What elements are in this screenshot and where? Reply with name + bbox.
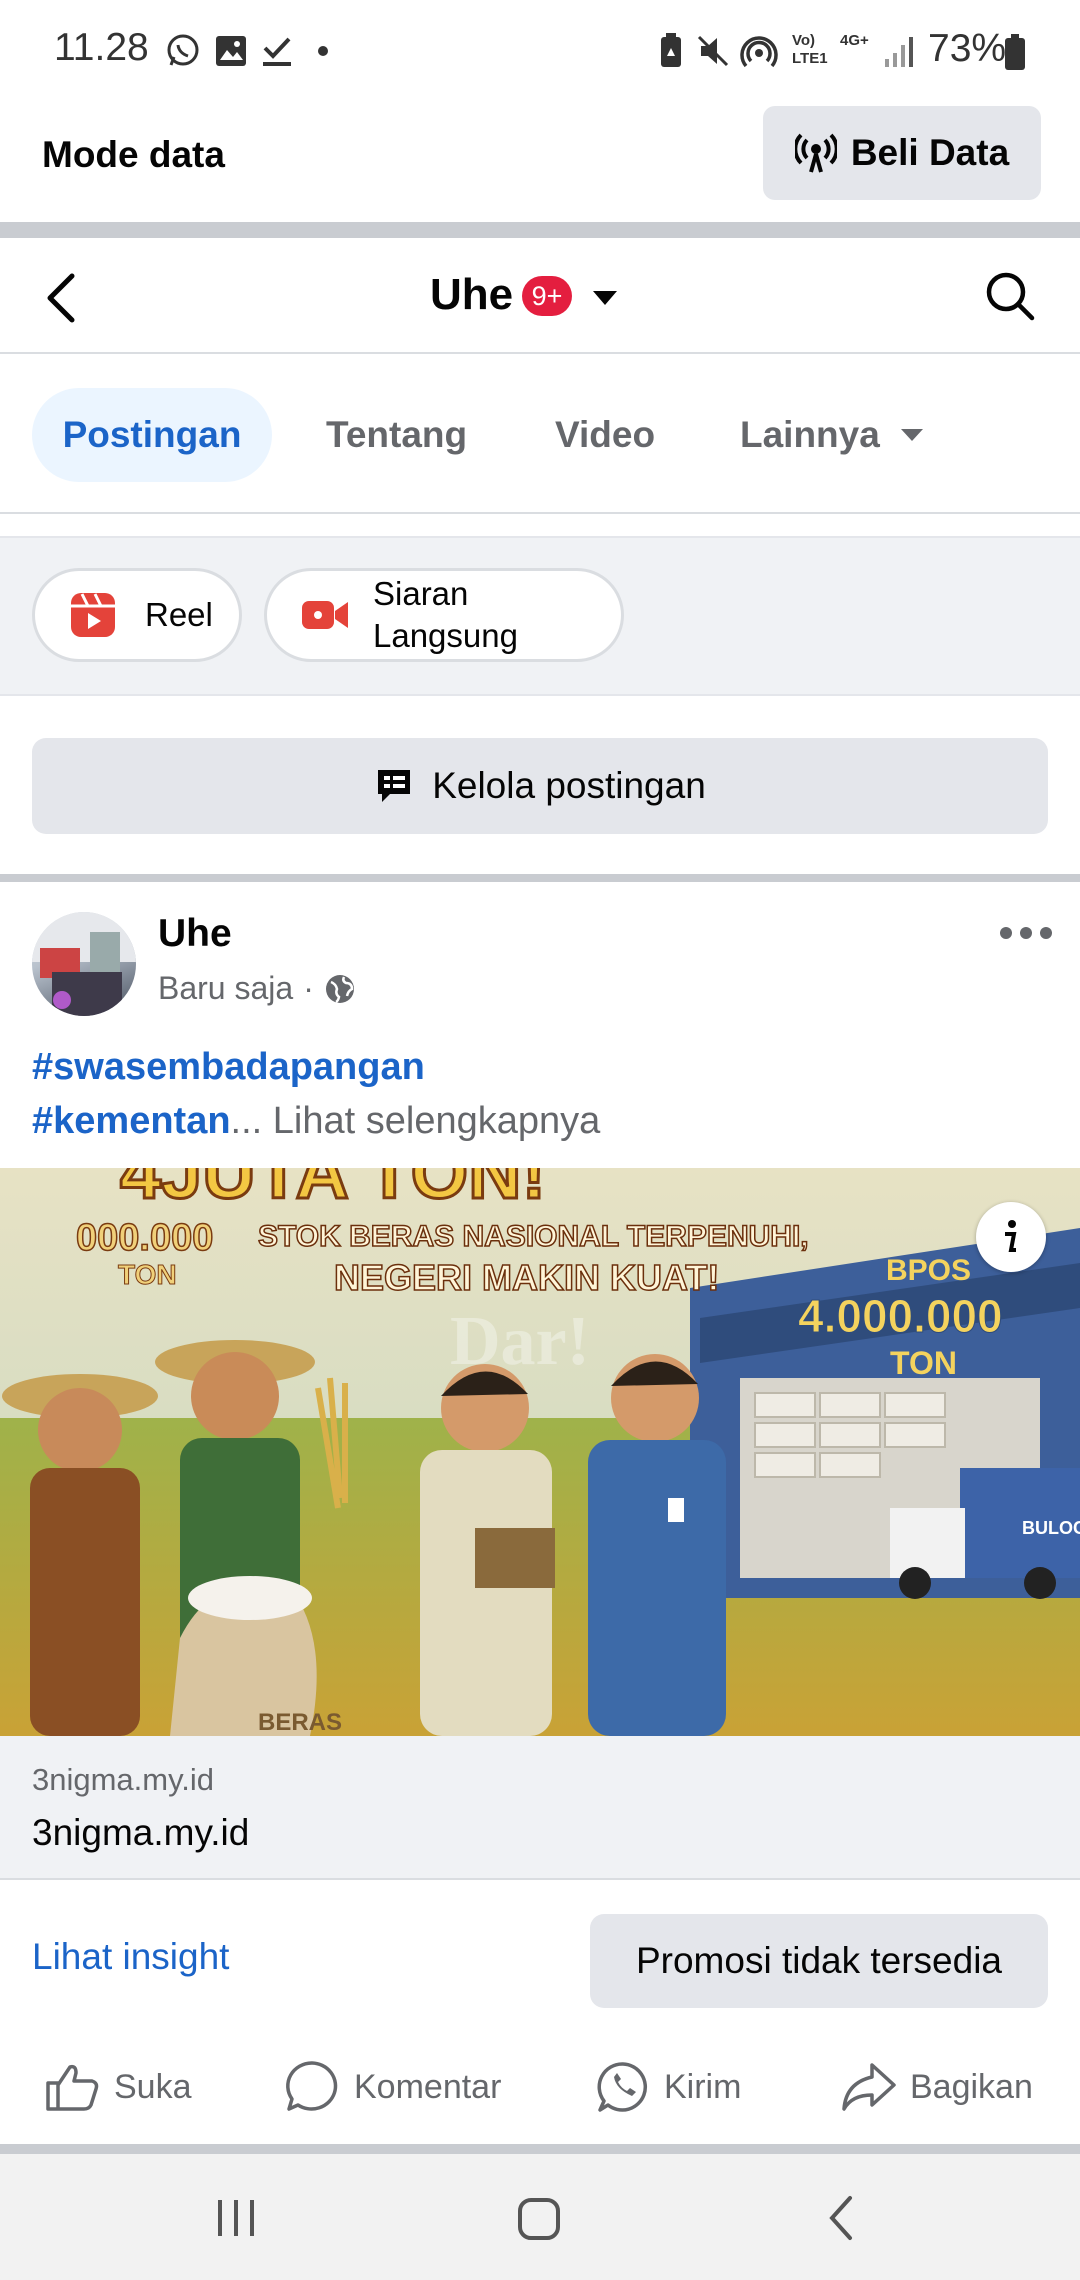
post-image[interactable]: BULOG 4JUTA TON! 000.000 TON STOK BERAS … [0, 1168, 1080, 1736]
battery-icon [1004, 34, 1026, 70]
image-headline-1: STOK BERAS NASIONAL TERPENUHI, [258, 1220, 809, 1253]
back-button[interactable] [40, 270, 86, 326]
globe-icon [325, 974, 354, 1003]
post-author[interactable]: Uhe [158, 912, 232, 956]
hashtag-link[interactable]: #kementan [32, 1100, 231, 1142]
post-options-button[interactable] [998, 918, 1054, 948]
hashtag-link[interactable]: #swasembadapangan [32, 1046, 425, 1088]
post-meta: Baru saja · [158, 970, 356, 1007]
avatar[interactable] [32, 912, 136, 1016]
info-icon [1005, 1220, 1017, 1252]
broadcast-icon [794, 133, 837, 173]
caret-down-icon [900, 429, 923, 441]
mute-icon [694, 32, 732, 70]
ad-info-button[interactable] [976, 1202, 1046, 1272]
post-time: Baru saja [158, 970, 294, 1006]
buy-data-label: Beli Data [850, 132, 1010, 173]
battery-saver-icon [652, 32, 690, 70]
warehouse-amount: 4.000.000 [798, 1290, 1003, 1342]
system-back-button[interactable] [824, 2194, 858, 2242]
recent-apps-icon [218, 2200, 254, 2236]
status-bar [0, 0, 1080, 100]
manage-posts-icon [378, 770, 411, 802]
see-more-link[interactable]: Lihat selengkapnya [273, 1100, 600, 1142]
search-button[interactable] [984, 270, 1036, 322]
task-done-icon [258, 32, 296, 70]
notification-badge: 9+ [522, 276, 572, 316]
link-title: 3nigma.my.id [32, 1812, 250, 1853]
divider [0, 2144, 1080, 2154]
send-label: Kirim [664, 2067, 742, 2106]
tab-more[interactable]: Lainnya [740, 388, 924, 482]
reel-label: Reel [145, 596, 213, 633]
whatsapp-icon [597, 2062, 648, 2112]
battery-percent: 73% [928, 27, 1007, 70]
divider [0, 222, 1080, 238]
warehouse-unit: TON [890, 1345, 957, 1381]
send-whatsapp-button[interactable]: Kirim [596, 2056, 741, 2118]
like-button[interactable]: Suka [44, 2056, 192, 2118]
tab-posts[interactable]: Postingan [32, 388, 272, 482]
profile-switch-dropdown[interactable] [592, 290, 618, 306]
whatsapp-icon [164, 32, 202, 70]
post-caption: #swasembadapangan #kementan... Lihat sel… [32, 1040, 1052, 1148]
like-label: Suka [114, 2067, 192, 2106]
truck-label: BULOG [1022, 1518, 1080, 1538]
comment-label: Komentar [354, 2067, 502, 2106]
reel-button[interactable]: Reel [32, 568, 242, 662]
link-domain: 3nigma.my.id [32, 1762, 215, 1797]
thumbs-up-icon [46, 2064, 99, 2111]
image-left-figure: 000.000 [76, 1217, 213, 1259]
gallery-icon [212, 32, 250, 70]
caret-down-icon [593, 291, 617, 305]
image-big-headline: 4JUTA TON! [120, 1168, 546, 1214]
divider [0, 874, 1080, 882]
tab-more-label: Lainnya [740, 414, 880, 455]
view-insights-link[interactable]: Lihat insight [32, 1936, 229, 1978]
notification-dot-icon [318, 46, 328, 56]
signal-icon [880, 32, 918, 70]
meta-separator: · [303, 970, 314, 1006]
home-button[interactable] [516, 2196, 562, 2242]
more-horizontal-icon [1000, 927, 1052, 939]
live-video-icon [302, 601, 348, 629]
ellipsis: ... [230, 1100, 263, 1142]
home-icon [518, 2198, 560, 2240]
search-icon [986, 272, 1035, 321]
share-label: Bagikan [910, 2067, 1033, 2106]
status-time: 11.28 [54, 26, 149, 69]
back-arrow-icon [47, 273, 75, 323]
tab-about[interactable]: Tentang [326, 388, 467, 482]
sack-label: BERAS [258, 1709, 342, 1736]
image-left-unit: TON [118, 1259, 177, 1290]
comment-button[interactable]: Komentar [284, 2056, 501, 2118]
live-video-button[interactable]: Siaran Langsung [264, 568, 624, 662]
share-button[interactable]: Bagikan [840, 2056, 1033, 2118]
hotspot-icon [740, 32, 778, 70]
link-preview[interactable] [0, 1736, 1080, 1880]
recent-apps-button[interactable] [214, 2196, 258, 2240]
manage-posts-button[interactable]: Kelola postingan [32, 738, 1048, 834]
data-mode-label: Mode data [42, 134, 225, 175]
comment-icon [286, 2061, 338, 2111]
live-video-label: Siaran Langsung [373, 575, 518, 654]
page-title[interactable]: Uhe [430, 270, 513, 320]
back-icon [829, 2196, 852, 2240]
manage-posts-label: Kelola postingan [432, 765, 706, 806]
buy-data-button[interactable]: Beli Data [763, 106, 1041, 200]
tab-video[interactable]: Video [555, 388, 655, 482]
image-headline-2: NEGERI MAKIN KUAT! [334, 1257, 719, 1298]
reel-icon [71, 593, 115, 637]
network-type-icon: 4G+ [840, 32, 869, 49]
share-icon [842, 2063, 896, 2111]
promote-unavailable-button[interactable]: Promosi tidak tersedia [590, 1914, 1048, 2008]
warehouse-label: BPOS [886, 1254, 971, 1287]
volte-icon: Vo) LTE1 [792, 32, 828, 67]
